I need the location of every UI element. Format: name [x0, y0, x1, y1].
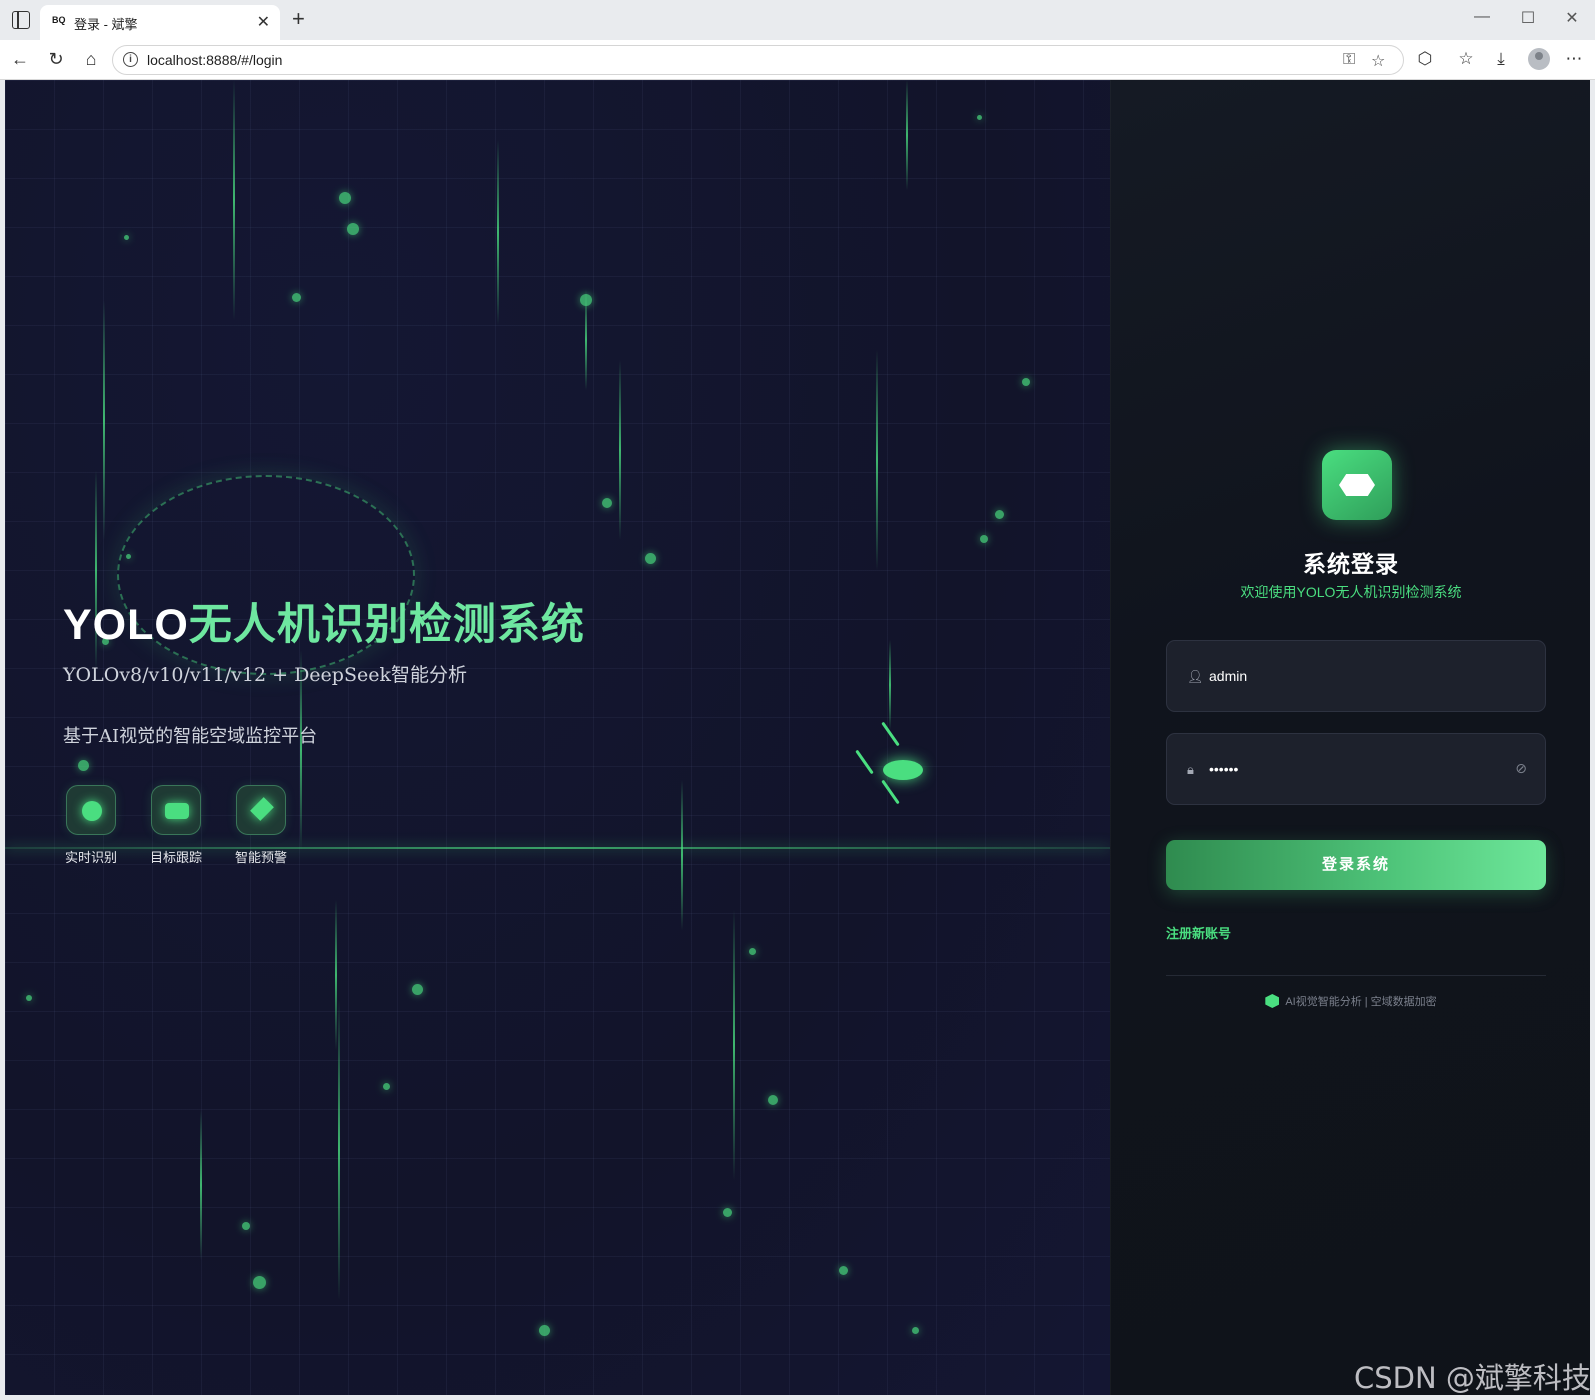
maximize-icon[interactable]: ☐ — [1518, 8, 1538, 28]
login-title: 系统登录 — [1303, 551, 1399, 577]
login-panel: 系统登录 欢迎使用YOLO无人机识别检测系统 👤︎ admin 🔒︎ •••••… — [1110, 80, 1590, 1395]
hero-panel: YOLO无人机识别检测系统 YOLOv8/v10/v11/v12 + DeepS… — [5, 80, 1110, 1395]
site-info-icon[interactable]: i — [123, 52, 138, 67]
watermark: CSDN @斌擎科技 — [1354, 1361, 1591, 1395]
particle-dot — [645, 553, 656, 564]
username-value: admin — [1209, 668, 1248, 684]
particle-dot — [749, 948, 756, 955]
register-link[interactable]: 注册新账号 — [1166, 923, 1231, 942]
drone-icon — [855, 720, 933, 810]
particle-dot — [839, 1266, 848, 1275]
username-field[interactable]: 👤︎ admin — [1166, 640, 1546, 712]
feature-realtime: 实时识别 — [56, 785, 126, 866]
gem-icon — [1265, 994, 1280, 1008]
minimize-icon[interactable]: — — [1472, 8, 1492, 26]
light-streak — [619, 360, 621, 540]
particle-dot — [242, 1222, 250, 1230]
light-streak — [103, 300, 105, 540]
browser-tab[interactable]: BQ 登录 - 斌擎 ✕ — [40, 5, 280, 40]
eye-hidden-icon[interactable]: ⊘ — [1515, 760, 1527, 777]
more-menu-icon[interactable]: ⋯ — [1563, 49, 1585, 69]
circle-icon — [82, 801, 102, 821]
login-subtitle: 欢迎使用YOLO无人机识别检测系统 — [1240, 584, 1462, 600]
address-bar: ← ↻ ⌂ i localhost:8888/#/login ⚿ ☆ — [0, 40, 1595, 80]
particle-dot — [292, 293, 301, 302]
footer-note-text: AI视觉智能分析 | 空域数据加密 — [1285, 996, 1437, 1008]
tab-favicon-icon: BQ — [52, 15, 66, 25]
light-streak — [889, 640, 891, 730]
particle-dot — [580, 294, 592, 306]
light-streak — [335, 900, 337, 1050]
download-icon[interactable]: ⤓ — [1490, 49, 1512, 69]
hero-description: 基于AI视觉的智能空域监控平台 — [63, 726, 318, 747]
particle-dot — [78, 760, 89, 771]
feature-label: 实时识别 — [64, 850, 117, 865]
feature-warning: 智能预警 — [226, 785, 296, 866]
light-streak — [906, 80, 908, 190]
particle-dot — [977, 115, 982, 120]
footer-note: AI视觉智能分析 | 空域数据加密 — [1111, 993, 1590, 1009]
particle-dot — [980, 535, 988, 543]
feature-label: 智能预警 — [234, 850, 287, 865]
feature-box — [151, 785, 201, 835]
tab-actions-icon[interactable] — [12, 11, 30, 29]
tab-close-icon[interactable]: ✕ — [257, 12, 270, 32]
browser-tab-bar: BQ 登录 - 斌擎 ✕ + — ☐ ✕ — [0, 0, 1595, 40]
particle-dot — [124, 235, 129, 240]
light-streak — [681, 780, 683, 930]
favorites-icon[interactable]: ☆ — [1455, 49, 1477, 69]
particle-dot — [539, 1325, 550, 1336]
hexagon-logo-icon — [1339, 474, 1375, 496]
light-streak — [200, 1110, 202, 1260]
key-icon[interactable]: ⚿ — [1343, 51, 1355, 69]
particle-dot — [412, 984, 423, 995]
feature-box — [66, 785, 116, 835]
close-window-icon[interactable]: ✕ — [1562, 8, 1582, 28]
hero-title-main: 无人机识别检测系统 — [188, 601, 585, 649]
hero-title-prefix: YOLO — [63, 601, 189, 649]
user-icon: 👤︎ — [1187, 669, 1204, 684]
particle-dot — [383, 1083, 390, 1090]
url-input[interactable]: i localhost:8888/#/login ⚿ ☆ — [112, 45, 1404, 75]
hero-title: YOLO无人机识别检测系统 — [63, 590, 585, 652]
refresh-icon[interactable]: ↻ — [46, 49, 66, 70]
light-streak — [876, 350, 878, 570]
password-value: •••••• — [1209, 761, 1239, 777]
particle-dot — [995, 510, 1004, 519]
url-text: localhost:8888/#/login — [147, 52, 283, 68]
particle-dot — [253, 1276, 266, 1289]
back-icon[interactable]: ← — [10, 49, 30, 70]
particle-dot — [602, 498, 612, 508]
particle-dot — [768, 1095, 778, 1105]
particle-dot — [339, 192, 351, 204]
password-field[interactable]: 🔒︎ •••••• ⊘ — [1166, 733, 1546, 805]
light-streak — [233, 80, 235, 320]
extensions-icon[interactable]: ⬡ — [1414, 49, 1436, 69]
tab-title: 登录 - 斌擎 — [74, 17, 138, 32]
light-streak — [338, 1000, 340, 1300]
favorite-star-icon[interactable]: ☆ — [1371, 51, 1385, 71]
feature-tracking: 目标跟踪 — [141, 785, 211, 866]
profile-avatar-icon[interactable] — [1528, 48, 1550, 70]
login-button[interactable]: 登录系统 — [1166, 840, 1546, 890]
feature-box — [236, 785, 286, 835]
lock-icon: 🔒︎ — [1187, 762, 1194, 777]
divider — [1166, 975, 1546, 976]
app-logo — [1322, 450, 1392, 520]
rectangle-icon — [165, 803, 189, 819]
feature-label: 目标跟踪 — [149, 850, 202, 865]
particle-dot — [723, 1208, 732, 1217]
home-icon[interactable]: ⌂ — [81, 49, 101, 70]
particle-dot — [1022, 378, 1030, 386]
diamond-icon — [250, 797, 274, 821]
particle-dot — [347, 223, 359, 235]
new-tab-icon[interactable]: + — [292, 6, 305, 32]
hero-subtitle: YOLOv8/v10/v11/v12 + DeepSeek智能分析 — [63, 664, 467, 686]
login-page: YOLO无人机识别检测系统 YOLOv8/v10/v11/v12 + DeepS… — [5, 80, 1590, 1395]
light-streak — [733, 910, 735, 1180]
particle-dot — [26, 995, 32, 1001]
light-streak — [497, 140, 499, 325]
particle-dot — [912, 1327, 919, 1334]
